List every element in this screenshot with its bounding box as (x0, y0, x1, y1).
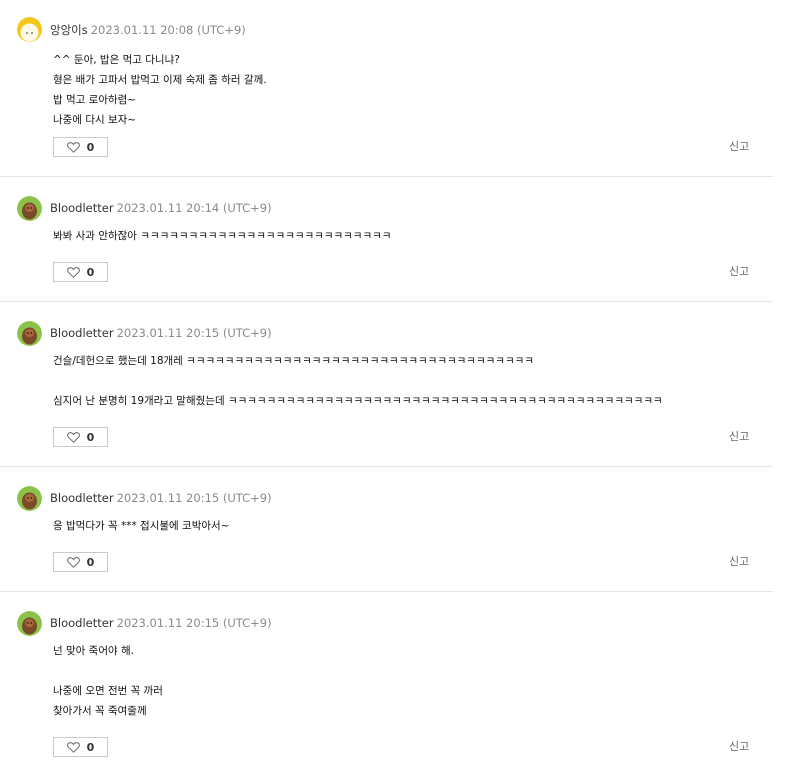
heart-icon (66, 556, 80, 568)
comment-line: 형은 배가 고파서 밥먹고 이제 숙제 좀 하러 갈께. (53, 74, 267, 86)
brown-character-avatar-icon (17, 611, 42, 636)
author-name[interactable]: Bloodletter (50, 326, 114, 340)
like-count: 0 (86, 140, 95, 154)
brown-character-avatar-icon (17, 486, 42, 511)
avatar[interactable] (17, 196, 42, 221)
like-button[interactable]: 0 (53, 262, 108, 282)
report-link[interactable]: 신고 (729, 428, 749, 444)
heart-icon (66, 741, 80, 753)
heart-icon (66, 266, 80, 278)
comment-line (53, 661, 163, 681)
avatar[interactable] (17, 17, 42, 42)
comment-body: 건슬/데헌으로 했는데 18개레 ㅋㅋㅋㅋㅋㅋㅋㅋㅋㅋㅋㅋㅋㅋㅋㅋㅋㅋㅋㅋㅋㅋㅋ… (53, 351, 663, 411)
timestamp: 2023.01.11 20:08 (UTC+9) (90, 23, 246, 37)
comment-line: 나중에 다시 보자~ (53, 114, 137, 126)
timestamp: 2023.01.11 20:15 (UTC+9) (116, 491, 272, 505)
comment-header: Bloodletter 2023.01.11 20:15 (UTC+9) (50, 616, 272, 630)
comment-line: 나중에 오면 전번 꼭 까러 (53, 685, 163, 697)
comment-line (53, 371, 663, 391)
avatar[interactable] (17, 321, 42, 346)
like-count: 0 (86, 430, 95, 444)
comment-body: 응 밥먹다가 꼭 *** 접시불에 코박아서~ (53, 516, 229, 536)
comment-line: 찾아가서 꼭 죽여줄께 (53, 705, 147, 717)
comment-line: 봐봐 사과 안하잖아 ㅋㅋㅋㅋㅋㅋㅋㅋㅋㅋㅋㅋㅋㅋㅋㅋㅋㅋㅋㅋㅋㅋㅋㅋㅋㅋ (53, 230, 392, 242)
comment-header: Bloodletter 2023.01.11 20:14 (UTC+9) (50, 201, 272, 215)
like-button[interactable]: 0 (53, 427, 108, 447)
comment-header: Bloodletter 2023.01.11 20:15 (UTC+9) (50, 326, 272, 340)
like-count: 0 (86, 555, 95, 569)
like-button[interactable]: 0 (53, 737, 108, 757)
comment-header: 앙앙이s 2023.01.11 20:08 (UTC+9) (50, 22, 246, 38)
like-button[interactable]: 0 (53, 137, 108, 157)
yellow-face-avatar-icon (17, 17, 42, 42)
comment-line: 응 밥먹다가 꼭 *** 접시불에 코박아서~ (53, 520, 230, 532)
avatar[interactable] (17, 611, 42, 636)
report-link[interactable]: 신고 (729, 738, 749, 754)
comment-header: Bloodletter 2023.01.11 20:15 (UTC+9) (50, 491, 272, 505)
heart-icon (66, 431, 80, 443)
author-name[interactable]: Bloodletter (50, 491, 114, 505)
comment-body: ^^ 둔아, 밥은 먹고 다니냐? 형은 배가 고파서 밥먹고 이제 숙제 좀 … (53, 50, 267, 130)
brown-character-avatar-icon (17, 196, 42, 221)
comment-line: 건슬/데헌으로 했는데 18개레 ㅋㅋㅋㅋㅋㅋㅋㅋㅋㅋㅋㅋㅋㅋㅋㅋㅋㅋㅋㅋㅋㅋㅋ… (53, 355, 534, 367)
comment-item: Bloodletter 2023.01.11 20:15 (UTC+9) 넌 맞아… (0, 592, 773, 772)
comment-item: 앙앙이s 2023.01.11 20:08 (UTC+9) ^^ 둔아, 밥은 먹… (0, 0, 773, 177)
author-name[interactable]: Bloodletter (50, 201, 114, 215)
comment-line: 심지어 난 분명히 19개라고 말해줬는데 ㅋㅋㅋㅋㅋㅋㅋㅋㅋㅋㅋㅋㅋㅋㅋㅋㅋㅋ… (53, 395, 663, 407)
comment-body: 봐봐 사과 안하잖아 ㅋㅋㅋㅋㅋㅋㅋㅋㅋㅋㅋㅋㅋㅋㅋㅋㅋㅋㅋㅋㅋㅋㅋㅋㅋㅋ (53, 226, 391, 246)
comment-line: 넌 맞아 죽어야 해. (53, 645, 134, 657)
timestamp: 2023.01.11 20:15 (UTC+9) (116, 326, 272, 340)
comment-item: Bloodletter 2023.01.11 20:14 (UTC+9) 봐봐 사… (0, 177, 773, 302)
avatar[interactable] (17, 486, 42, 511)
report-link[interactable]: 신고 (729, 263, 749, 279)
timestamp: 2023.01.11 20:14 (UTC+9) (116, 201, 272, 215)
author-name[interactable]: 앙앙이s (50, 23, 88, 37)
timestamp: 2023.01.11 20:15 (UTC+9) (116, 616, 272, 630)
comment-line: 밥 먹고 로아하렴~ (53, 94, 137, 106)
comment-item: Bloodletter 2023.01.11 20:15 (UTC+9) 건슬/데… (0, 302, 773, 467)
brown-character-avatar-icon (17, 321, 42, 346)
like-button[interactable]: 0 (53, 552, 108, 572)
like-count: 0 (86, 265, 95, 279)
comment-item: Bloodletter 2023.01.11 20:15 (UTC+9) 응 밥먹… (0, 467, 773, 592)
comment-body: 넌 맞아 죽어야 해. 나중에 오면 전번 꼭 까러 찾아가서 꼭 죽여줄께 (53, 641, 163, 721)
report-link[interactable]: 신고 (729, 138, 749, 154)
author-name[interactable]: Bloodletter (50, 616, 114, 630)
like-count: 0 (86, 740, 95, 754)
report-link[interactable]: 신고 (729, 553, 749, 569)
heart-icon (66, 141, 80, 153)
comment-line: ^^ 둔아, 밥은 먹고 다니냐? (53, 54, 180, 66)
